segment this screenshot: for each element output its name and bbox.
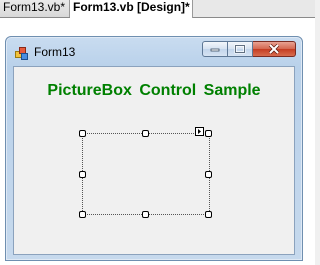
maximize-button[interactable] [228, 41, 253, 57]
minimize-button[interactable] [202, 41, 228, 57]
picturebox-control[interactable] [79, 127, 212, 218]
resize-handle-top-left[interactable] [79, 130, 86, 137]
close-icon [268, 44, 280, 54]
close-button[interactable] [253, 41, 296, 57]
form-client-area[interactable]: PictureBox Control Sample [13, 66, 295, 255]
form-app-icon [15, 47, 28, 60]
resize-handle-right[interactable] [205, 171, 212, 178]
resize-handle-bottom-right[interactable] [205, 211, 212, 218]
smart-tag-icon[interactable] [195, 127, 204, 136]
resize-handle-top[interactable] [142, 130, 149, 137]
resize-handle-bottom-left[interactable] [79, 211, 86, 218]
tab-form13-code[interactable]: Form13.vb* [0, 0, 70, 17]
form-window[interactable]: Form13 PictureBox Control Sample [5, 36, 303, 261]
resize-handle-top-right[interactable] [205, 130, 212, 137]
document-tab-strip: Form13.vb* Form13.vb [Design]* [0, 0, 315, 18]
heading-label: PictureBox Control Sample [47, 82, 261, 99]
maximize-icon [234, 44, 246, 54]
tab-form13-design[interactable]: Form13.vb [Design]* [70, 0, 193, 18]
window-controls [202, 41, 296, 59]
resize-handle-left[interactable] [79, 171, 86, 178]
form-title: Form13 [34, 45, 76, 59]
minimize-icon [210, 48, 220, 52]
resize-handle-bottom[interactable] [142, 211, 149, 218]
